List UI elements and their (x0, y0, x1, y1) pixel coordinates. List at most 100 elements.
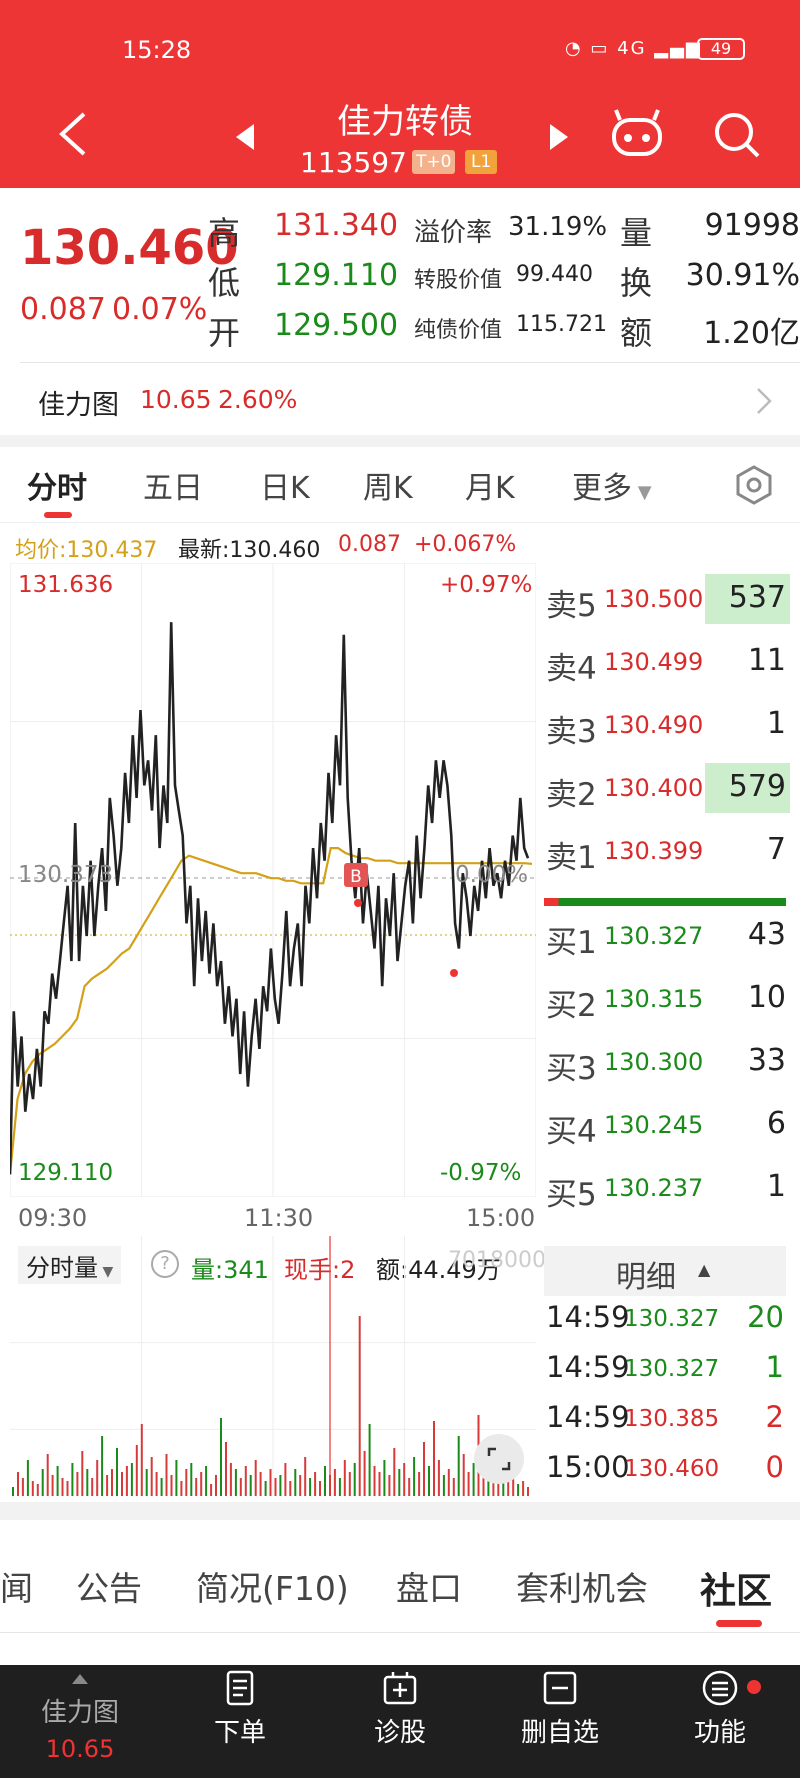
trade-price: 130.385 (624, 1406, 720, 1432)
axis-mid-right: 0.00% (455, 862, 529, 888)
level-price: 130.500 (604, 585, 704, 613)
axis-top-right: +0.97% (440, 572, 533, 598)
tab-profile-f10[interactable]: 简况(F10) (196, 1562, 349, 1610)
low-value: 129.110 (274, 258, 399, 293)
next-stock-icon[interactable] (548, 124, 568, 150)
volume-bar (348, 1472, 351, 1496)
volume-bar (462, 1454, 465, 1496)
volume-bar (239, 1478, 242, 1496)
premium-label: 溢价率 (414, 218, 493, 248)
volume-bar (51, 1475, 54, 1496)
volume-bar (333, 1469, 336, 1496)
volume-bar (135, 1445, 138, 1496)
volume-label: 量 (620, 214, 653, 252)
ask-row[interactable]: 卖4 130.499 11 (544, 635, 790, 687)
chevron-right-icon (757, 388, 772, 414)
divider (0, 1632, 800, 1633)
level-price: 130.400 (604, 774, 704, 802)
bid-row[interactable]: 买1 130.327 43 (544, 909, 790, 961)
page-title: 佳力转债 (337, 102, 473, 142)
tab-monthly-k[interactable]: 月K (465, 463, 515, 507)
detail-header[interactable]: 明细 ▲ (544, 1246, 786, 1296)
nav-order[interactable]: 下单 (185, 1668, 295, 1749)
ask-row[interactable]: 卖3 130.490 1 (544, 698, 790, 750)
tab-arbitrage[interactable]: 套利机会 (516, 1562, 648, 1610)
order-book-separator (544, 898, 786, 906)
tab-more-label: 更多 (572, 471, 632, 506)
volume-chart[interactable] (10, 1236, 536, 1496)
search-icon[interactable] (712, 110, 762, 160)
level-volume: 1 (766, 706, 786, 741)
axis-mid-left: 130.373 (18, 862, 114, 888)
volume-bar (61, 1478, 64, 1496)
tab-five-day[interactable]: 五日 (143, 463, 203, 507)
volume-bar (86, 1469, 89, 1496)
chart-change-pct: +0.067% (414, 532, 517, 557)
nav-functions-label: 功能 (693, 1718, 746, 1748)
tab-order-book[interactable]: 盘口 (396, 1562, 462, 1610)
menu-icon (702, 1670, 738, 1706)
volume-bar (130, 1463, 133, 1496)
volume-bar (170, 1475, 173, 1496)
avg-price-label: 均价:130.437 (15, 538, 158, 563)
volume-bar (403, 1463, 406, 1496)
trade-price: 130.327 (624, 1306, 720, 1332)
volume-bar (304, 1457, 307, 1496)
tab-weekly-k[interactable]: 周K (363, 463, 413, 507)
tab-community[interactable]: 社区 (700, 1562, 772, 1614)
bid-row[interactable]: 买5 130.237 1 (544, 1161, 790, 1213)
volume-bar (140, 1424, 143, 1496)
volume-bar (259, 1472, 262, 1496)
volume-bar (125, 1466, 128, 1496)
trade-dot (354, 899, 362, 907)
volume-bar (185, 1469, 188, 1496)
volume-bar (398, 1469, 401, 1496)
order-icon (226, 1670, 254, 1706)
stock-code: 113597 (300, 146, 407, 179)
volume-bar (279, 1475, 282, 1496)
bid-row[interactable]: 买2 130.315 10 (544, 972, 790, 1024)
ask-row[interactable]: 卖5 130.500 537 (544, 572, 790, 624)
robot-assistant-icon[interactable] (610, 106, 664, 158)
nav-underlying-price: 10.65 (45, 1735, 115, 1763)
level-label: 卖2 (546, 777, 597, 813)
tab-announcements[interactable]: 公告 (76, 1562, 142, 1610)
nav-diagnose[interactable]: 诊股 (345, 1668, 455, 1749)
nav-underlying-stock[interactable]: 佳力图 10.65 (25, 1692, 135, 1763)
amount-value: 1.20亿 (703, 316, 800, 351)
volume-bar (145, 1469, 148, 1496)
trade-volume: 20 (747, 1300, 784, 1334)
buy-marker-label: B (350, 867, 362, 887)
status-icons: ◔ ▭ 4G ▂▄▆ (565, 38, 702, 59)
tab-intraday[interactable]: 分时 (27, 463, 87, 507)
level-label: 卖3 (546, 714, 597, 750)
volume-bar (368, 1424, 371, 1496)
prev-stock-icon[interactable] (236, 124, 256, 150)
back-arrow-icon[interactable] (56, 110, 90, 158)
tab-news[interactable]: 闻 (0, 1562, 33, 1610)
volume-bar (101, 1436, 104, 1496)
fullscreen-button[interactable] (474, 1434, 524, 1484)
nav-remove-watchlist[interactable]: 删自选 (505, 1668, 615, 1749)
badge-l1: L1 (465, 150, 498, 174)
tab-daily-k[interactable]: 日K (260, 463, 310, 507)
ask-row[interactable]: 卖2 130.400 579 (544, 761, 790, 813)
trade-time: 14:59 (546, 1400, 630, 1434)
tab-more[interactable]: 更多 ▼ (572, 463, 652, 507)
volume-bar (452, 1478, 455, 1496)
settings-hexagon-icon[interactable] (734, 465, 774, 505)
nav-functions[interactable]: 功能 (665, 1668, 775, 1749)
bid-row[interactable]: 买3 130.300 33 (544, 1035, 790, 1087)
underlying-stock-row[interactable]: 佳力图 10.65 2.60% (0, 365, 800, 435)
bid-row[interactable]: 买4 130.245 6 (544, 1098, 790, 1150)
section-gap (0, 1502, 800, 1520)
volume-bar (269, 1469, 272, 1496)
time-mid: 11:30 (244, 1204, 314, 1232)
header-bar: 15:28 ◔ ▭ 4G ▂▄▆ 49 佳力转债 113597 T+0 L1 (0, 0, 800, 188)
caret-down-icon: ▼ (632, 482, 652, 503)
volume-bar (527, 1487, 529, 1496)
volume-bar (66, 1481, 69, 1496)
volume-bar (442, 1475, 445, 1496)
ask-row[interactable]: 卖1 130.399 7 (544, 824, 790, 876)
volume-bar (393, 1448, 396, 1496)
